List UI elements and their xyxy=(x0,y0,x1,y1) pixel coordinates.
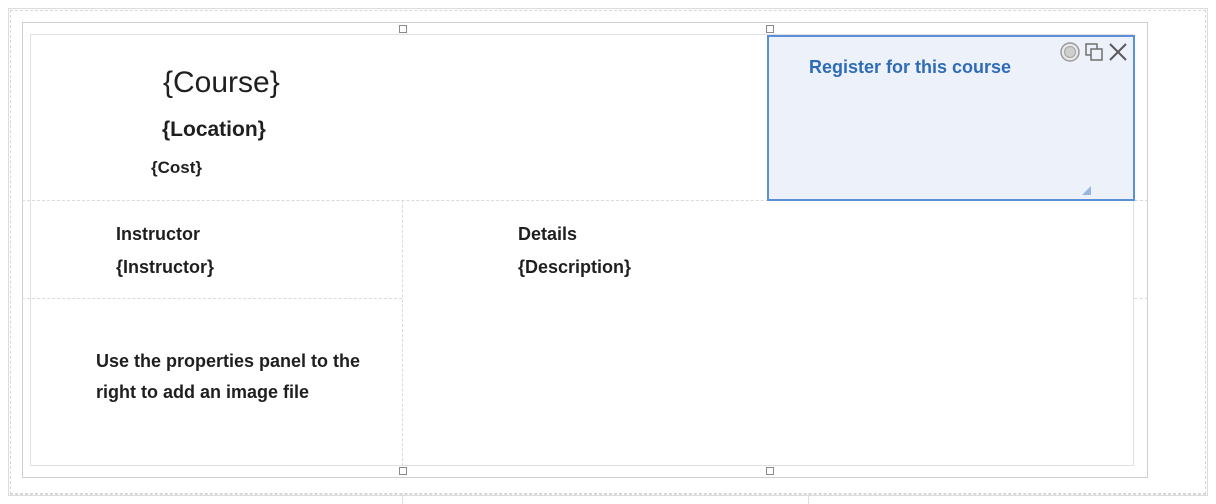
register-widget[interactable]: Register for this course xyxy=(767,35,1135,201)
column-resize-handle-bottom-1[interactable] xyxy=(399,467,407,475)
lower-section-col-1 xyxy=(402,494,403,504)
settings-icon[interactable] xyxy=(1059,41,1081,63)
course-placeholder[interactable]: {Course} xyxy=(163,66,280,100)
cost-placeholder[interactable]: {Cost} xyxy=(151,158,202,178)
column-resize-handle-top-1[interactable] xyxy=(399,25,407,33)
widget-toolbar xyxy=(1059,39,1129,65)
instructor-placeholder[interactable]: {Instructor} xyxy=(116,257,214,278)
location-placeholder[interactable]: {Location} xyxy=(162,118,266,142)
resize-grip-icon[interactable] xyxy=(1082,186,1091,195)
close-icon[interactable] xyxy=(1107,41,1129,63)
column-resize-handle-bottom-2[interactable] xyxy=(766,467,774,475)
column-resize-handle-top-2[interactable] xyxy=(766,25,774,33)
details-label[interactable]: Details xyxy=(518,224,577,245)
instructor-label[interactable]: Instructor xyxy=(116,224,200,245)
register-course-link[interactable]: Register for this course xyxy=(809,57,1011,78)
canvas-bottom-line xyxy=(10,494,1206,495)
description-placeholder[interactable]: {Description} xyxy=(518,257,631,278)
lower-section-col-2 xyxy=(808,494,809,504)
grid-line-row-2 xyxy=(22,298,402,299)
grid-line-row-2-right xyxy=(1134,298,1148,299)
image-placeholder-hint[interactable]: Use the properties panel to the right to… xyxy=(96,346,366,408)
duplicate-icon[interactable] xyxy=(1083,41,1105,63)
grid-line-col-1 xyxy=(402,200,403,466)
